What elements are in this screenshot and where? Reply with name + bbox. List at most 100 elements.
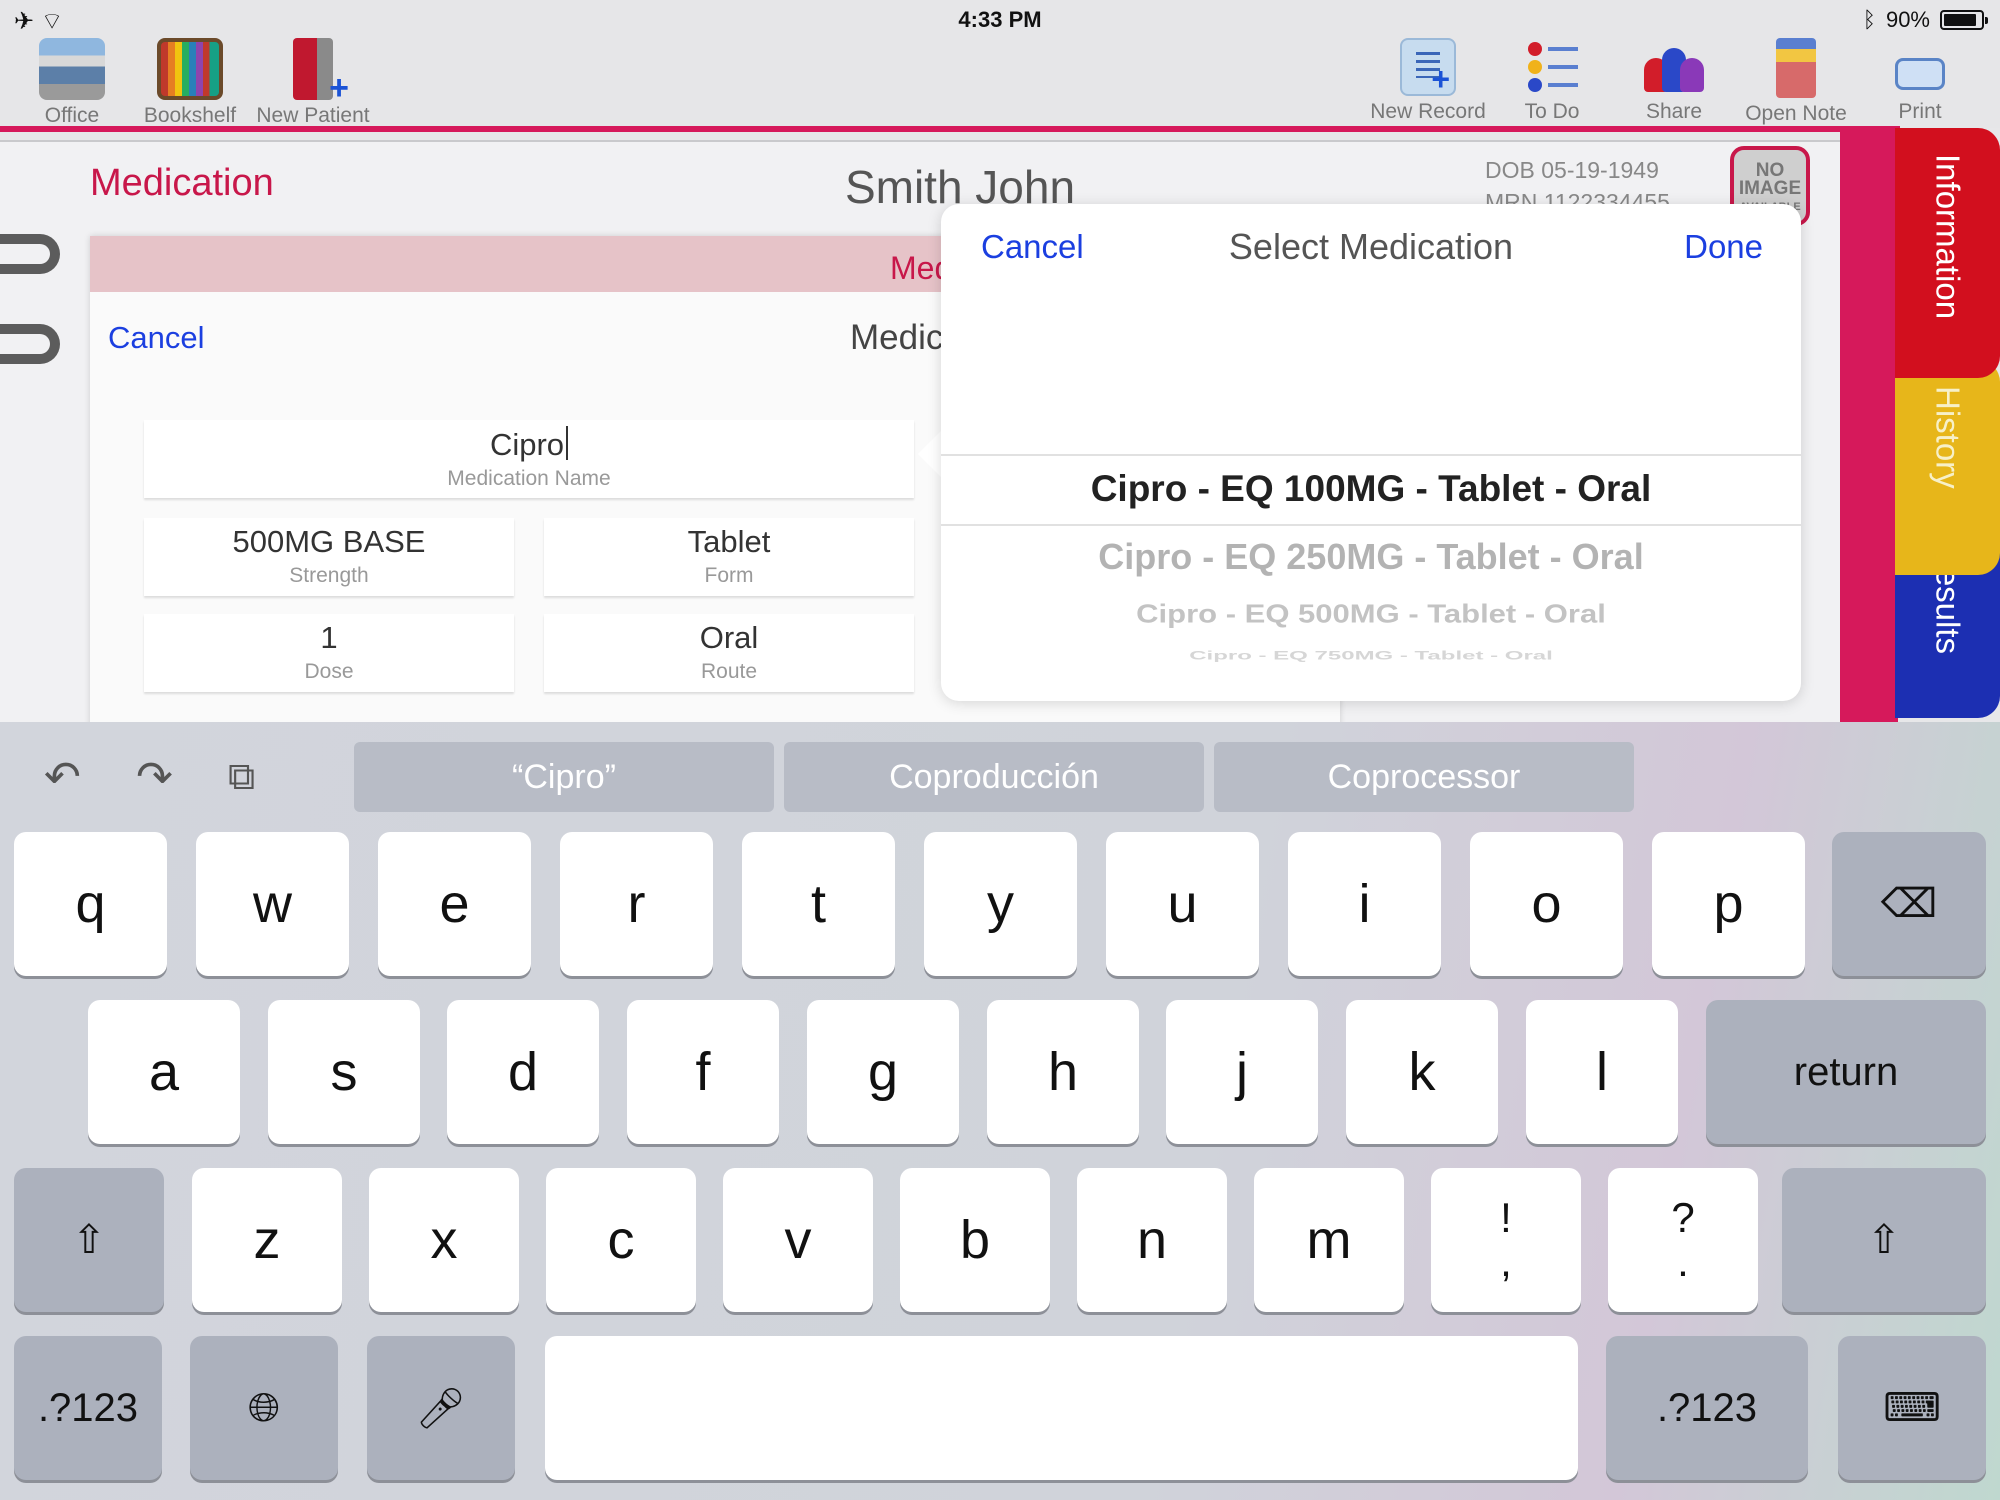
strength-value: 500MG BASE	[232, 524, 426, 559]
prediction-3[interactable]: Coprocessor	[1214, 742, 1634, 812]
app-toolbar: Office Bookshelf New Patient New Record …	[0, 38, 2000, 128]
office-label: Office	[44, 104, 100, 127]
toolbar-divider	[0, 126, 1900, 132]
prediction-1[interactable]: “Cipro”	[354, 742, 774, 812]
shift-icon: ⇧	[72, 1218, 106, 1262]
key-n[interactable]: n	[1077, 1168, 1227, 1312]
todo-list-icon	[1522, 38, 1582, 96]
new-record-button[interactable]: New Record	[1368, 38, 1488, 124]
hide-keyboard-key[interactable]: ⌨	[1838, 1336, 1986, 1480]
tab-information[interactable]: Information	[1895, 128, 2000, 378]
picker-option[interactable]: Cipro - EQ 250MG - Tablet - Oral	[941, 536, 1801, 578]
key-p[interactable]: p	[1652, 832, 1805, 976]
key-k[interactable]: k	[1346, 1000, 1498, 1144]
key-x[interactable]: x	[369, 1168, 519, 1312]
status-bar: ✈ ︎⌔ 4:33 PM ᛒ 90%	[0, 0, 2000, 38]
new-patient-button[interactable]: New Patient	[253, 38, 373, 128]
share-people-icon	[1642, 38, 1706, 96]
key-o[interactable]: o	[1470, 832, 1623, 976]
redo-icon[interactable]: ↷	[136, 752, 173, 803]
share-button[interactable]: Share	[1614, 38, 1734, 124]
form-type-field[interactable]: Tablet Form	[544, 518, 914, 596]
key-d[interactable]: d	[447, 1000, 599, 1144]
picker-done-button[interactable]: Done	[1684, 228, 1763, 266]
route-field[interactable]: Oral Route	[544, 614, 914, 692]
new-record-label: New Record	[1370, 100, 1486, 123]
key-exclaim-comma[interactable]: ! ,	[1431, 1168, 1581, 1312]
open-note-icon	[1776, 38, 1816, 98]
key-j[interactable]: j	[1166, 1000, 1318, 1144]
todo-label: To Do	[1524, 100, 1580, 123]
key-v[interactable]: v	[723, 1168, 873, 1312]
strength-field[interactable]: 500MG BASE Strength	[144, 518, 514, 596]
status-right: ᛒ 90%	[1862, 7, 1988, 33]
key-g[interactable]: g	[807, 1000, 959, 1144]
numbers-key-right[interactable]: .?123	[1606, 1336, 1808, 1480]
binder-ring-icon	[0, 234, 60, 274]
key-b[interactable]: b	[900, 1168, 1050, 1312]
globe-key[interactable]: 🌐︎	[190, 1336, 338, 1480]
key-u[interactable]: u	[1106, 832, 1259, 976]
print-button[interactable]: Print	[1860, 38, 1980, 124]
dictation-key[interactable]: 🎤︎	[367, 1336, 515, 1480]
bookshelf-label: Bookshelf	[143, 104, 237, 127]
key-a[interactable]: a	[88, 1000, 240, 1144]
key-s[interactable]: s	[268, 1000, 420, 1144]
return-key[interactable]: return	[1706, 1000, 1986, 1144]
office-button[interactable]: Office	[12, 38, 132, 128]
microphone-icon: 🎤︎	[415, 1386, 467, 1431]
on-screen-keyboard: ↶ ↷ ⧉ “Cipro” Coproducción Coprocessor q…	[0, 722, 2000, 1500]
tab-history[interactable]: History	[1895, 360, 2000, 575]
key-f[interactable]: f	[627, 1000, 779, 1144]
battery-fill	[1944, 14, 1977, 26]
patient-dob: DOB 05-19-1949	[1485, 157, 1659, 183]
key-t[interactable]: t	[742, 832, 895, 976]
tab-information-label: Information	[1929, 154, 1967, 320]
bookshelf-icon	[157, 38, 223, 100]
todo-button[interactable]: To Do	[1492, 38, 1612, 124]
globe-icon: 🌐︎	[248, 1385, 280, 1430]
key-y[interactable]: y	[924, 832, 1077, 976]
new-patient-icon	[293, 38, 349, 108]
binder-ring-icon	[0, 324, 60, 364]
keyboard-dismiss-icon: ⌨	[1883, 1386, 1941, 1430]
prediction-2[interactable]: Coproducción	[784, 742, 1204, 812]
print-label: Print	[1898, 100, 1942, 123]
picker-option[interactable]: Cipro - EQ 750MG - Tablet - Oral	[941, 649, 1801, 663]
key-i[interactable]: i	[1288, 832, 1441, 976]
key-h[interactable]: h	[987, 1000, 1139, 1144]
form-cancel-button[interactable]: Cancel	[108, 320, 205, 356]
key-question-period[interactable]: ? .	[1608, 1168, 1758, 1312]
key-w[interactable]: w	[196, 832, 349, 976]
picker-option[interactable]: Cipro - EQ 100MG - Tablet - Oral	[941, 468, 1801, 510]
key-m[interactable]: m	[1254, 1168, 1404, 1312]
paste-icon[interactable]: ⧉	[228, 756, 255, 799]
key-r[interactable]: r	[560, 832, 713, 976]
key-z[interactable]: z	[192, 1168, 342, 1312]
key-l[interactable]: l	[1526, 1000, 1678, 1144]
status-time: 4:33 PM	[958, 7, 1042, 32]
tab-history-label: History	[1929, 386, 1967, 489]
share-label: Share	[1645, 100, 1703, 123]
battery-icon	[1940, 10, 1988, 30]
dose-label: Dose	[304, 660, 354, 683]
key-c[interactable]: c	[546, 1168, 696, 1312]
picker-title: Select Medication	[1228, 226, 1514, 267]
undo-icon[interactable]: ↶	[44, 752, 81, 803]
bluetooth-icon: ᛒ	[1862, 7, 1876, 32]
key-e[interactable]: e	[378, 832, 531, 976]
shift-key-right[interactable]: ⇧	[1782, 1168, 1986, 1312]
backspace-key[interactable]: ⌫	[1832, 832, 1986, 976]
key-q[interactable]: q	[14, 832, 167, 976]
medication-name-field[interactable]: Cipro Medication Name	[144, 420, 914, 498]
patient-dob-mrn: DOB 05-19-1949 MRN 1122334455	[1485, 154, 1670, 204]
shift-key-left[interactable]: ⇧	[14, 1168, 164, 1312]
space-key[interactable]	[545, 1336, 1578, 1480]
bookshelf-button[interactable]: Bookshelf	[130, 38, 250, 128]
form-type-label: Form	[704, 564, 754, 587]
numbers-key-left[interactable]: .?123	[14, 1336, 162, 1480]
picker-option[interactable]: Cipro - EQ 500MG - Tablet - Oral	[941, 599, 1801, 630]
shift-icon: ⇧	[1867, 1218, 1901, 1262]
dose-field[interactable]: 1 Dose	[144, 614, 514, 692]
open-note-button[interactable]: Open Note	[1736, 38, 1856, 126]
